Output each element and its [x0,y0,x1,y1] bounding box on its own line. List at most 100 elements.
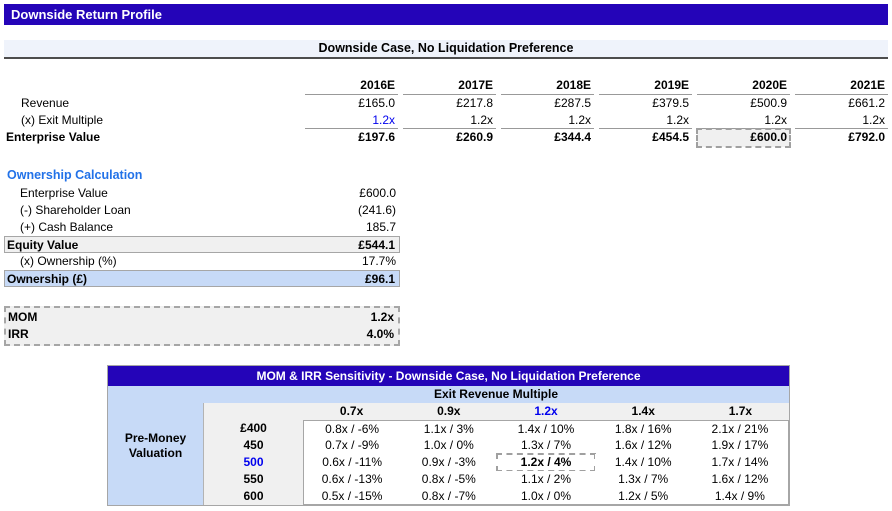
sensitivity-cell[interactable]: 1.8x / 16% [595,420,692,437]
sensitivity-cell[interactable]: 1.7x / 14% [692,454,789,471]
revenue-cell[interactable]: £661.2 [795,95,888,112]
sensitivity-cell[interactable]: 1.3x / 7% [595,471,692,488]
year-header: 2021E [795,77,888,95]
year-header: 2020E [697,77,790,95]
equity-value-row: Equity Value £544.1 [4,236,400,253]
row-value[interactable]: 185.7 [366,219,400,236]
ownership-calculation-section: Ownership Calculation Enterprise Value £… [4,166,400,287]
exit-multiple-row-label: (x) Exit Multiple [4,112,300,129]
revenue-cell[interactable]: £165.0 [305,95,398,112]
shareholder-loan-row: (-) Shareholder Loan (241.6) [4,202,400,219]
column-header: 1.4x [595,403,692,420]
irr-value[interactable]: 4.0% [367,326,398,343]
sensitivity-cell[interactable]: 0.8x / -5% [400,471,497,488]
sensitivity-title: MOM & IRR Sensitivity - Downside Case, N… [108,366,789,386]
ownership-pct-row: (x) Ownership (%) 17.7% [4,253,400,270]
sensitivity-cell[interactable]: 1.3x / 7% [497,437,594,454]
row-group-label-line1: Pre-Money [125,431,186,446]
column-header: 1.7x [692,403,789,420]
row-header: 450 [203,437,303,454]
exit-multiple-cell[interactable]: 1.2x [403,112,496,129]
row-header: 550 [203,471,303,488]
row-label: Equity Value [5,237,358,253]
sensitivity-cell[interactable]: 1.0x / 0% [400,437,497,454]
irr-row: IRR 4.0% [6,326,398,343]
enterprise-value-cell[interactable]: £792.0 [795,129,888,147]
mom-label: MOM [6,309,371,326]
sensitivity-cell[interactable]: 0.8x / -7% [400,488,497,505]
year-header: 2019E [599,77,692,95]
revenue-cell[interactable]: £217.8 [403,95,496,112]
sensitivity-cell[interactable]: 1.1x / 3% [400,420,497,437]
exit-multiple-cell[interactable]: 1.2x [599,112,692,129]
column-header-selected-multiple: 1.2x [497,403,594,420]
row-label: (+) Cash Balance [4,219,366,236]
exit-multiple-cell[interactable]: 1.2x [501,112,594,129]
forecast-table: 2016E 2017E 2018E 2019E 2020E 2021E Reve… [4,77,888,147]
row-value[interactable]: £600.0 [359,185,400,202]
sensitivity-cell[interactable]: 1.1x / 2% [497,471,594,488]
exit-multiple-cell[interactable]: 1.2x [697,112,790,129]
spacer-cell [4,77,300,95]
year-header: 2017E [403,77,496,95]
sensitivity-cell[interactable]: 0.8x / -6% [303,420,400,437]
row-value[interactable]: 17.7% [362,253,400,270]
enterprise-value-row-label: Enterprise Value [4,129,300,147]
cash-balance-row: (+) Cash Balance 185.7 [4,219,400,236]
page-title: Downside Return Profile [4,4,888,25]
year-header: 2018E [501,77,594,95]
row-header: £400 [203,420,303,437]
sensitivity-cell[interactable]: 0.6x / -11% [303,454,400,471]
enterprise-value-cell[interactable]: £197.6 [305,129,398,147]
row-label: (x) Ownership (%) [4,253,362,270]
exit-multiple-cell[interactable]: 1.2x [795,112,888,129]
enterprise-value-row: Enterprise Value £600.0 [4,185,400,202]
row-label: (-) Shareholder Loan [4,202,358,219]
column-header: 0.7x [303,403,400,420]
enterprise-value-cell[interactable]: £344.4 [501,129,594,147]
column-header: 0.9x [400,403,497,420]
row-label: Enterprise Value [4,185,359,202]
enterprise-value-selected-cell[interactable]: £600.0 [697,129,790,147]
row-label: Ownership (£) [5,271,365,287]
revenue-cell[interactable]: £287.5 [501,95,594,112]
revenue-cell[interactable]: £379.5 [599,95,692,112]
sensitivity-cell[interactable]: 1.4x / 9% [692,488,789,505]
ownership-gbp-row: Ownership (£) £96.1 [4,270,400,287]
sensitivity-cell[interactable]: 1.2x / 5% [595,488,692,505]
sensitivity-cell[interactable]: 0.6x / -13% [303,471,400,488]
sensitivity-cell[interactable]: 1.4x / 10% [595,454,692,471]
sensitivity-cell[interactable]: 1.4x / 10% [497,420,594,437]
irr-label: IRR [6,326,367,343]
row-group-label-line2: Valuation [129,446,182,461]
row-header-selected-valuation: 500 [203,454,303,471]
mom-row: MOM 1.2x [6,309,398,326]
column-group-label: Exit Revenue Multiple [203,386,789,403]
row-header: 600 [203,488,303,505]
mom-value[interactable]: 1.2x [371,309,398,326]
sensitivity-cell[interactable]: 0.5x / -15% [303,488,400,505]
row-group-label: Pre-Money Valuation [108,386,203,505]
ownership-calculation-title: Ownership Calculation [4,166,400,185]
sensitivity-cell[interactable]: 0.7x / -9% [303,437,400,454]
sensitivity-cell[interactable]: 0.9x / -3% [400,454,497,471]
spacer-cell [203,403,303,420]
row-value[interactable]: (241.6) [358,202,400,219]
sensitivity-cell[interactable]: 1.9x / 17% [692,437,789,454]
revenue-row-label: Revenue [4,95,300,112]
enterprise-value-cell[interactable]: £260.9 [403,129,496,147]
exit-multiple-input-cell[interactable]: 1.2x [305,112,398,129]
case-header: Downside Case, No Liquidation Preference [4,40,888,59]
revenue-cell[interactable]: £500.9 [697,95,790,112]
sensitivity-selected-cell[interactable]: 1.2x / 4% [497,454,594,471]
returns-summary-box: MOM 1.2x IRR 4.0% [4,306,400,346]
row-value[interactable]: £96.1 [365,271,399,287]
sensitivity-cell[interactable]: 1.6x / 12% [595,437,692,454]
year-header: 2016E [305,77,398,95]
sensitivity-cell[interactable]: 2.1x / 21% [692,420,789,437]
sensitivity-table: MOM & IRR Sensitivity - Downside Case, N… [107,365,790,506]
row-value[interactable]: £544.1 [358,237,399,253]
sensitivity-cell[interactable]: 1.6x / 12% [692,471,789,488]
enterprise-value-cell[interactable]: £454.5 [599,129,692,147]
sensitivity-cell[interactable]: 1.0x / 0% [497,488,594,505]
